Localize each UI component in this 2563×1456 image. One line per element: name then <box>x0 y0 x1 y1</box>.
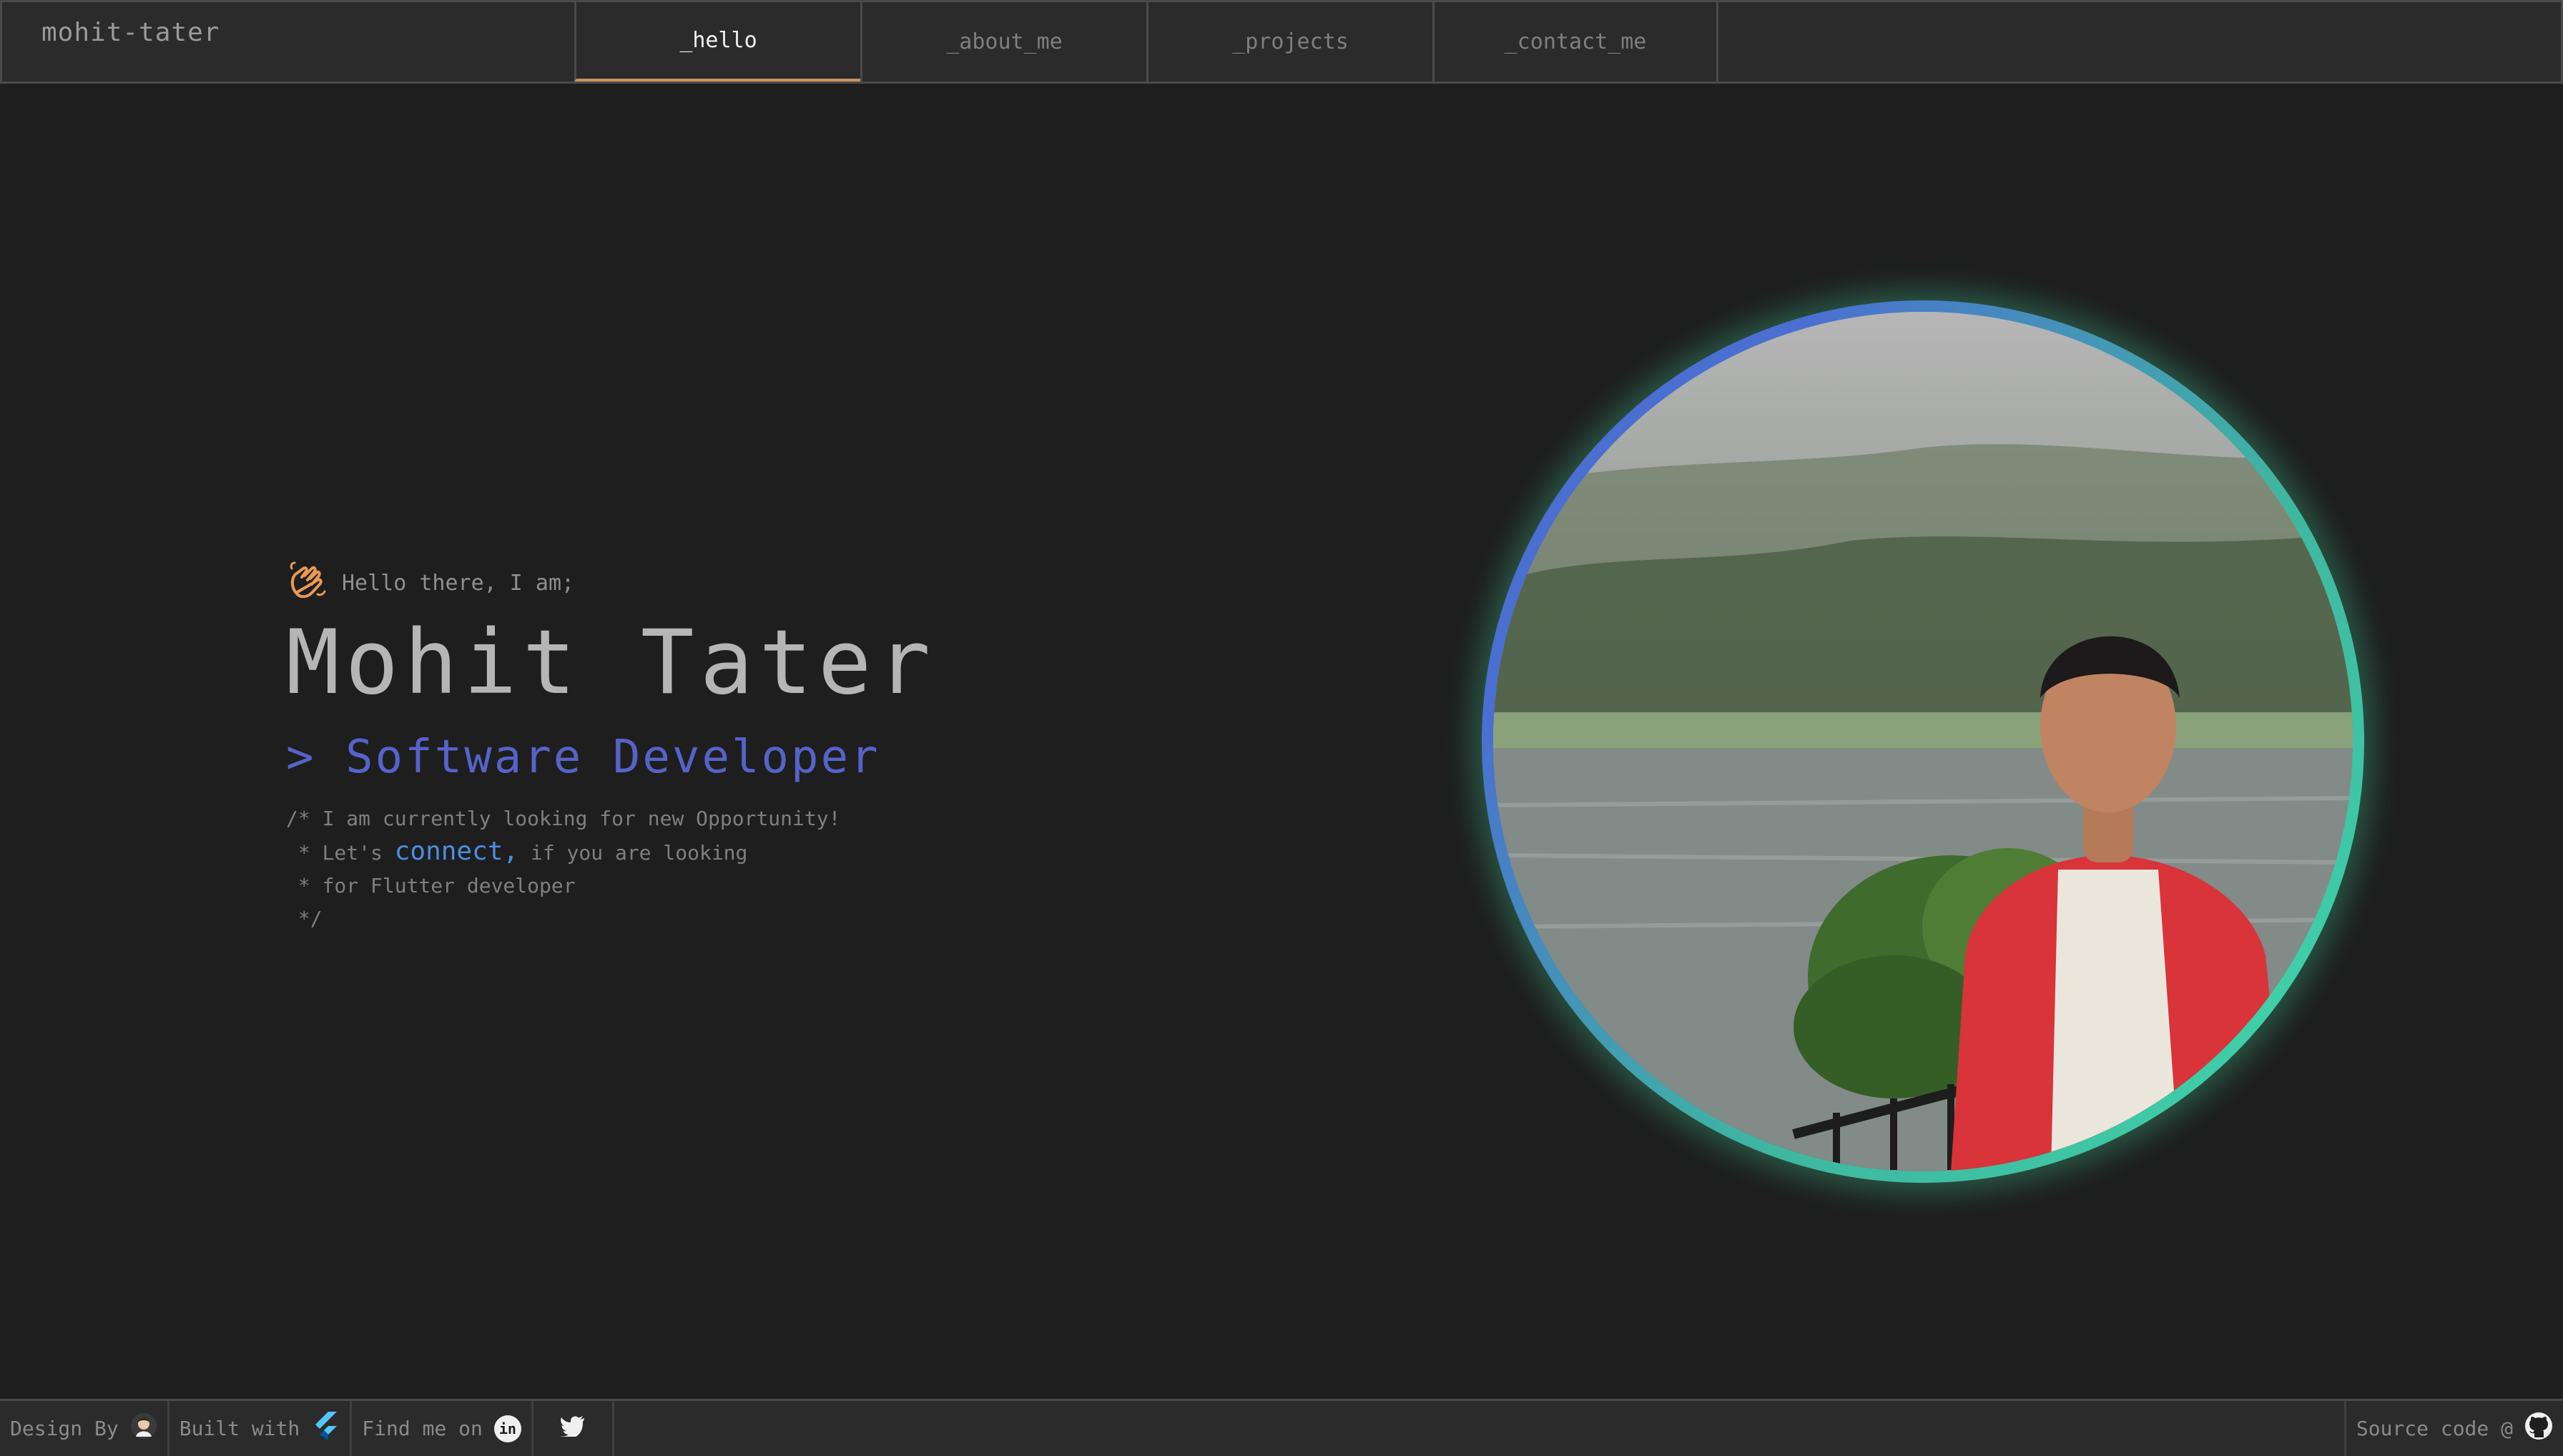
flutter-icon[interactable] <box>311 1410 340 1447</box>
connect-link[interactable]: connect, <box>395 837 518 866</box>
brand-name[interactable]: mohit-tater <box>2 2 574 82</box>
avatar-icon[interactable] <box>130 1412 157 1445</box>
page: mohit-tater _hello _about_me _projects _… <box>0 0 2563 1456</box>
source-code-cell: Source code @ <box>2343 1401 2563 1456</box>
greeting-row: Hello there, I am; <box>286 558 1287 608</box>
hero-name: Mohit Tater <box>286 611 937 714</box>
linkedin-icon[interactable]: in <box>493 1415 521 1442</box>
waving-hand-icon <box>286 560 329 606</box>
tab-projects[interactable]: _projects <box>1146 2 1432 82</box>
tab-hello[interactable]: _hello <box>574 2 860 82</box>
built-with-label: Built with <box>179 1417 300 1440</box>
tab-about-me[interactable]: _about_me <box>860 2 1146 82</box>
twitter-icon[interactable] <box>560 1415 585 1442</box>
tab-contact-me[interactable]: _contact_me <box>1432 2 1718 82</box>
comment-line-2-suffix: if you are looking <box>518 841 748 865</box>
hero-section: Hello there, I am; Mohit Tater > Softwar… <box>286 558 1287 935</box>
find-me-cell: Find me on in <box>352 1401 533 1456</box>
twitter-cell <box>533 1401 614 1456</box>
comment-line-3: * for Flutter developer <box>286 874 576 897</box>
source-code-label: Source code @ <box>2356 1417 2513 1440</box>
design-by-cell: Design By <box>0 1401 169 1456</box>
profile-photo-ring <box>1482 300 2364 1183</box>
github-icon[interactable] <box>2524 1412 2553 1445</box>
footer: Design By Built with Find me on in Sourc… <box>0 1399 2563 1456</box>
hero-comment: /* I am currently looking for new Opport… <box>286 802 1287 935</box>
comment-line-1: /* I am currently looking for new Opport… <box>286 807 841 830</box>
top-navigation: mohit-tater _hello _about_me _projects _… <box>0 0 2563 84</box>
profile-photo <box>1493 312 2353 1171</box>
design-by-label: Design By <box>10 1417 119 1440</box>
photo-scene <box>1493 444 2353 1171</box>
hero-role: > Software Developer <box>286 731 880 784</box>
comment-line-4: */ <box>286 907 323 930</box>
comment-line-2: * Let's connect, if you are looking <box>286 835 1287 870</box>
find-me-label: Find me on <box>362 1417 483 1440</box>
built-with-cell: Built with <box>169 1401 353 1456</box>
greeting-text: Hello there, I am; <box>342 570 575 596</box>
comment-line-2-prefix: * Let's <box>286 841 395 865</box>
